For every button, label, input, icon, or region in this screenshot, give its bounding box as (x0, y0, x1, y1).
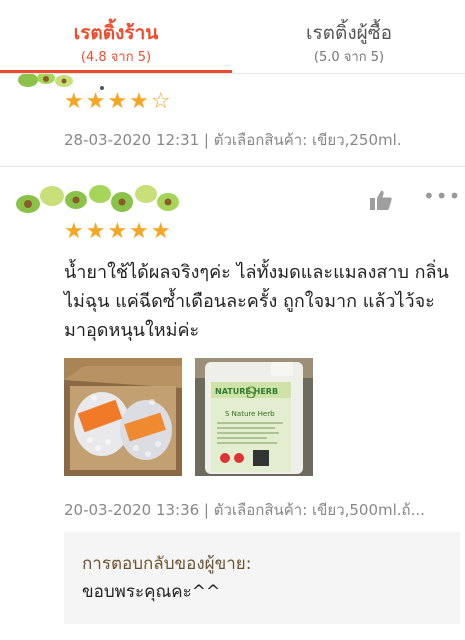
tab-shop-rating[interactable]: เรตติ้งร้าน (4.8 จาก 5) (0, 0, 232, 74)
review-item: ••• ★★★★★ น้ำยาใช้ได้ผลจริงๆค่ะ ไล่ทั้งม… (0, 168, 465, 640)
reviewer-avatar-icon (16, 185, 179, 213)
review-text: น้ำยาใช้ได้ผลจริงๆค่ะ ไล่ทั้งมดและแมลงสา… (64, 262, 449, 341)
seller-reply-label: การตอบกลับของผู้ขาย: (82, 554, 252, 574)
seller-reply-text: ขอบพระคุณคะ^^ (82, 582, 221, 602)
review-divider (0, 166, 465, 167)
thumbs-up-icon[interactable] (370, 190, 392, 210)
review-item: ★★★★☆ 28-03-2020 12:31 | ตัวเลือกสินค้า:… (0, 74, 465, 166)
bottle-label-name: S Nature Herb (225, 410, 275, 418)
rating-stars: ★★★★★ (64, 219, 173, 244)
review-meta: 20-03-2020 13:36 | ตัวเลือกสินค้า: เขียว… (64, 501, 425, 519)
seller-reply: การตอบกลับของผู้ขาย: ขอบพระคุณคะ^^ (64, 532, 460, 624)
product-bottle-photo-icon[interactable]: NATURE HERB S S Nature Herb (195, 358, 313, 476)
more-options-icon[interactable]: ••• (423, 186, 460, 210)
tab-shop-rating-score: (4.8 จาก 5) (80, 50, 152, 65)
review-photos: NATURE HERB S S Nature Herb (64, 358, 324, 478)
rating-tabs: เรตติ้งร้าน (4.8 จาก 5) เรตติ้งผู้ซื้อ (… (0, 0, 465, 74)
tab-buyer-rating-score: (5.0 จาก 5) (313, 50, 385, 65)
rating-stars: ★★★★☆ (64, 89, 173, 114)
review-meta: 28-03-2020 12:31 | ตัวเลือกสินค้า: เขียว… (64, 131, 402, 149)
tab-buyer-rating[interactable]: เรตติ้งผู้ซื้อ (5.0 จาก 5) (233, 0, 465, 74)
tab-buyer-rating-label: เรตติ้งผู้ซื้อ (305, 22, 393, 44)
package-photo-icon[interactable] (64, 358, 182, 476)
svg-text:S: S (246, 383, 257, 402)
tab-shop-rating-label: เรตติ้งร้าน (73, 22, 159, 44)
